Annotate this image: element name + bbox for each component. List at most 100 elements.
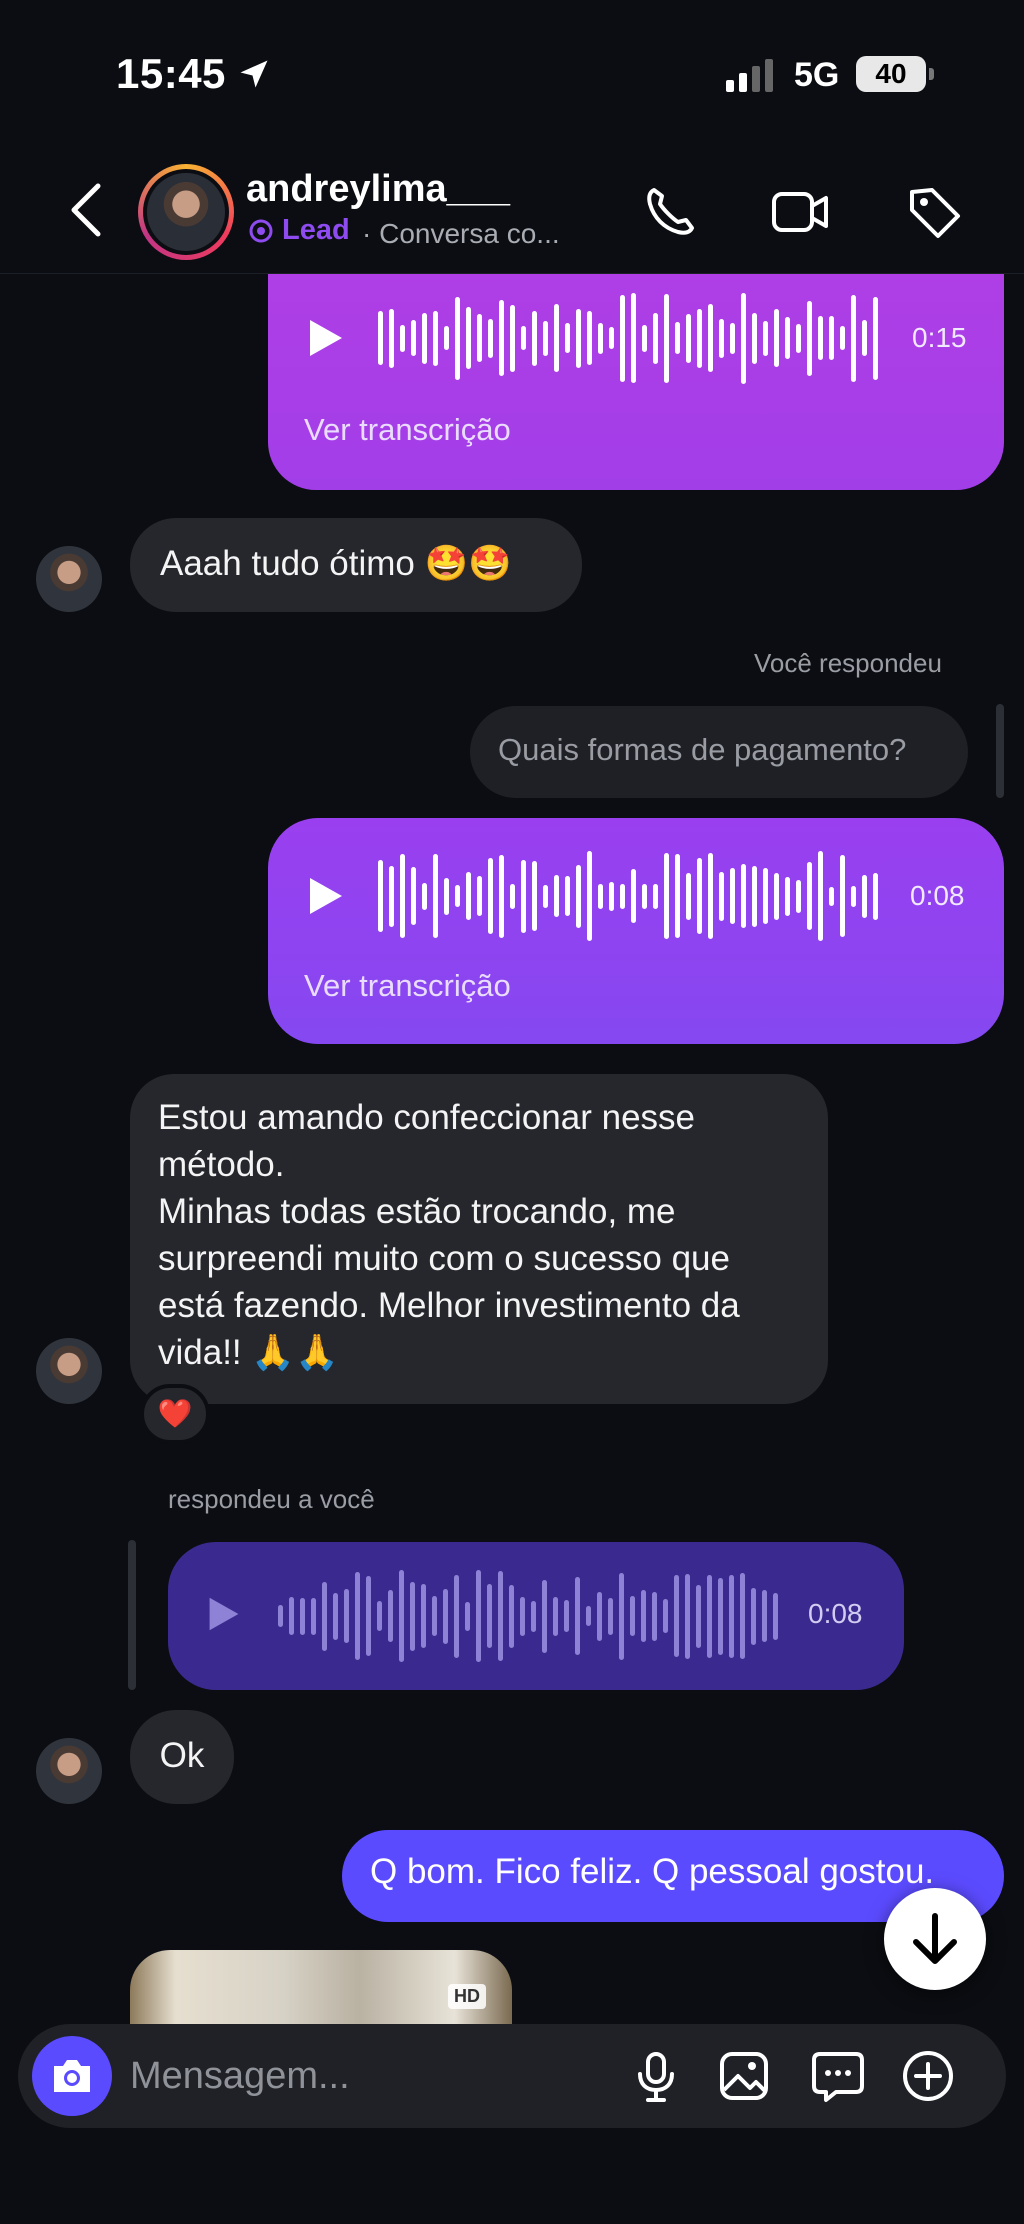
waveform-bar <box>730 322 735 354</box>
waveform-bar <box>477 314 482 362</box>
message-input[interactable] <box>130 2024 600 2128</box>
sender-avatar[interactable] <box>36 1738 102 1804</box>
waveform-bar <box>553 1596 558 1636</box>
waveform-bar <box>752 312 757 364</box>
waveform-bar <box>598 883 603 909</box>
image-icon[interactable] <box>716 2048 772 2104</box>
waveform-bar <box>630 1596 635 1636</box>
sender-avatar[interactable] <box>36 1338 102 1404</box>
message-composer <box>18 2024 1006 2128</box>
message-text: Q bom. Fico feliz. Q pessoal gostou. <box>370 1852 935 1891</box>
waveform-bar <box>751 1587 756 1645</box>
waveform-bar <box>773 1592 778 1640</box>
waveform-bar <box>521 326 526 350</box>
microphone-icon[interactable] <box>628 2048 684 2104</box>
waveform-bar <box>498 1571 503 1661</box>
waveform-bar <box>609 881 614 911</box>
play-icon[interactable] <box>306 316 346 360</box>
waveform-bar <box>686 313 691 363</box>
hd-badge: HD <box>448 1984 486 2009</box>
audio-message-outgoing: 0:08 Ver transcrição <box>268 818 1004 1044</box>
waveform-bar <box>509 1584 514 1648</box>
incoming-message[interactable]: Estou amando confeccionar nesse método. … <box>130 1074 828 1404</box>
waveform-bar <box>487 1584 492 1648</box>
lead-icon <box>249 219 273 243</box>
waveform-bar <box>653 312 658 364</box>
waveform-bar <box>708 853 713 939</box>
quoted-message[interactable]: Quais formas de pagamento? <box>470 706 968 798</box>
waveform-bar <box>774 872 779 920</box>
waveform-bar <box>378 311 383 365</box>
waveform-bar <box>466 872 471 920</box>
waveform-bar <box>532 310 537 366</box>
media-thumbnail[interactable]: HD <box>130 1950 512 2030</box>
chat-bubble-icon[interactable] <box>810 2048 866 2104</box>
video-camera-icon[interactable] <box>770 182 830 242</box>
play-icon[interactable] <box>206 1594 242 1634</box>
waveform-bar <box>829 886 834 906</box>
play-icon[interactable] <box>306 874 346 918</box>
waveform-bar <box>652 1591 657 1641</box>
incoming-message[interactable]: Aaah tudo ótimo 🤩🤩 <box>130 518 582 612</box>
heart-reaction[interactable]: ❤️ <box>140 1384 210 1444</box>
contact-name[interactable]: andreylima___ <box>246 168 510 211</box>
waveform-bar <box>740 1573 745 1659</box>
waveform-bar <box>433 854 438 938</box>
contact-avatar[interactable] <box>138 164 234 260</box>
message-line: está fazendo. Melhor investimento da <box>158 1286 740 1325</box>
waveform-bar <box>521 859 526 933</box>
waveform-bar <box>510 883 515 909</box>
waveform-bar <box>322 1581 327 1651</box>
waveform-bar <box>785 317 790 359</box>
phone-icon[interactable] <box>640 182 700 242</box>
waveform-bar <box>608 1597 613 1635</box>
waveform-bar <box>631 869 636 923</box>
waveform-bar <box>289 1597 294 1635</box>
network-label: 5G <box>794 56 840 94</box>
conversation-subtitle: · Conversa co... <box>362 218 560 249</box>
waveform-bar <box>663 1599 668 1633</box>
waveform-bar <box>586 1606 591 1626</box>
audio-waveform[interactable] <box>378 846 898 946</box>
audio-waveform <box>278 1566 798 1666</box>
waveform-bar <box>818 851 823 941</box>
waveform-bar <box>685 1573 690 1659</box>
audio-waveform[interactable] <box>378 288 898 388</box>
back-chevron-icon[interactable] <box>62 180 108 240</box>
waveform-bar <box>455 885 460 907</box>
waveform-bar <box>543 320 548 356</box>
waveform-bar <box>642 324 647 352</box>
waveform-bar <box>531 1600 536 1632</box>
waveform-bar <box>432 1596 437 1636</box>
waveform-bar <box>763 320 768 356</box>
status-bar: 15:45 5G 40 <box>0 0 1024 150</box>
waveform-bar <box>400 854 405 938</box>
camera-icon <box>54 2060 90 2092</box>
plus-circle-icon[interactable] <box>900 2048 956 2104</box>
waveform-bar <box>708 304 713 372</box>
arrow-down-icon <box>913 1913 957 1964</box>
camera-button[interactable] <box>32 2036 112 2116</box>
tag-icon[interactable] <box>904 182 964 242</box>
sender-avatar[interactable] <box>36 546 102 612</box>
waveform-bar <box>851 885 856 907</box>
waveform-bar <box>433 310 438 366</box>
quote-bar <box>128 1540 136 1690</box>
status-time: 15:45 <box>116 50 226 97</box>
waveform-bar <box>620 294 625 382</box>
waveform-bar <box>532 861 537 931</box>
view-transcript-link[interactable]: Ver transcrição <box>304 412 511 448</box>
waveform-bar <box>466 307 471 369</box>
waveform-bar <box>278 1605 283 1627</box>
waveform-bar <box>444 326 449 350</box>
view-transcript-link[interactable]: Ver transcrição <box>304 968 511 1004</box>
waveform-bar <box>355 1572 360 1660</box>
incoming-message[interactable]: Ok <box>130 1710 234 1804</box>
waveform-bar <box>675 854 680 938</box>
waveform-bar <box>718 1577 723 1655</box>
waveform-bar <box>642 883 647 909</box>
waveform-bar <box>587 851 592 941</box>
scroll-to-bottom-button[interactable] <box>884 1888 986 1990</box>
quoted-audio-message[interactable]: 0:08 <box>168 1542 904 1690</box>
waveform-bar <box>851 294 856 382</box>
